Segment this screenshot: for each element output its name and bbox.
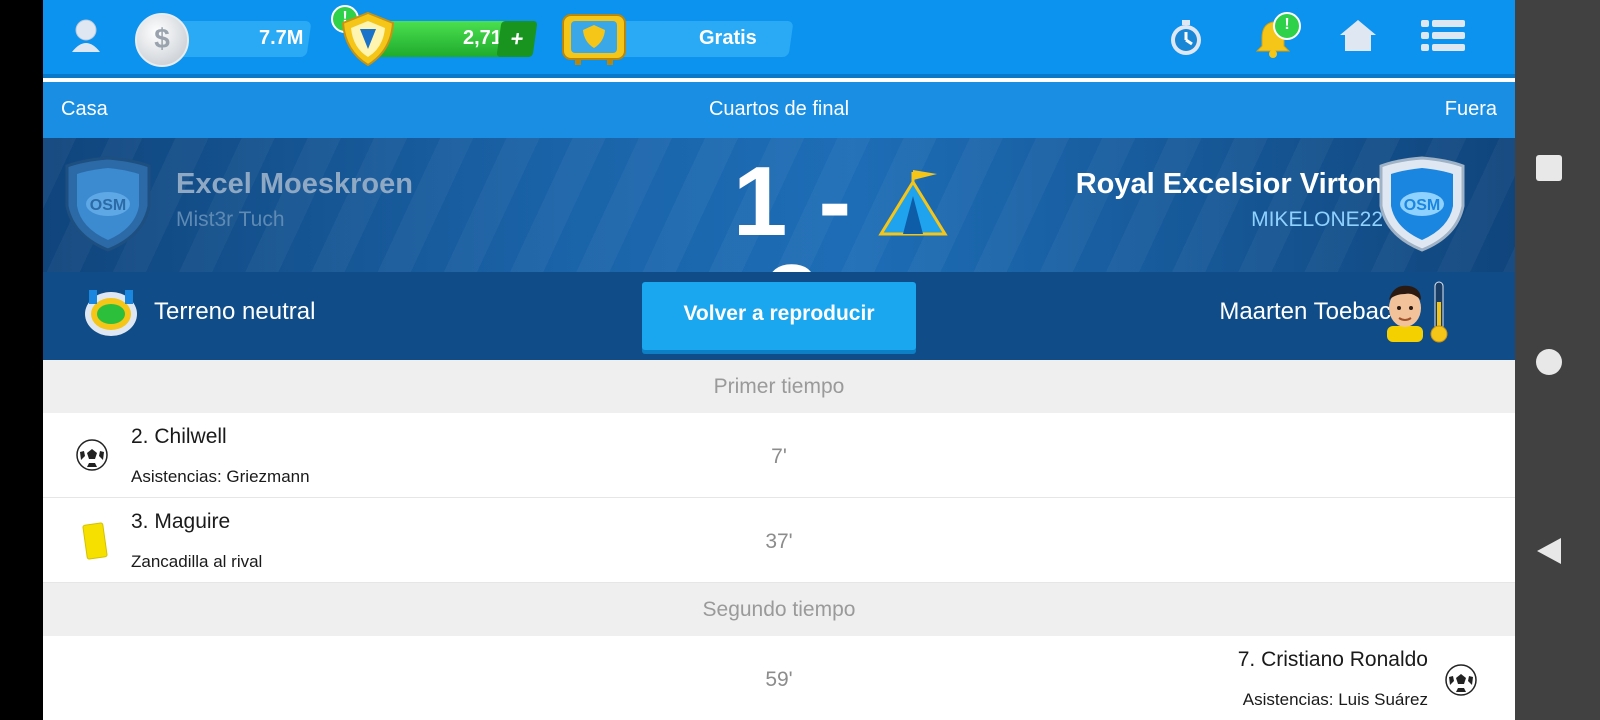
referee-name[interactable]: Maarten Toeback xyxy=(1219,298,1403,326)
away-team-badge[interactable]: OSM xyxy=(1377,156,1467,257)
free-tv-button[interactable]: Gratis xyxy=(559,14,799,65)
bell-icon[interactable]: ! xyxy=(1253,12,1301,63)
match-info-row: Terreno neutral Volver a reproducir Maar… xyxy=(43,272,1515,360)
event-row-card-maguire[interactable]: 3. Maguire Zancadilla al rival 37' xyxy=(43,498,1515,583)
game-screen: $ 7.7M ! 2,718 + Gratis ! Casa Cuartos d… xyxy=(43,0,1515,720)
coins-counter[interactable]: $ 7.7M ! xyxy=(135,5,359,67)
replay-label: Volver a reproducir xyxy=(683,302,875,325)
home-icon[interactable] xyxy=(1339,18,1377,57)
match-header: OSM Excel Moeskroen Mist3r Tuch 1 - 3 Ro… xyxy=(43,138,1515,272)
back-button[interactable] xyxy=(1535,536,1563,571)
match-subheader: Casa Cuartos de final Fuera xyxy=(43,82,1515,138)
coin-icon: $ xyxy=(135,13,189,67)
home-team-badge[interactable]: OSM xyxy=(63,156,153,257)
stopwatch-icon[interactable] xyxy=(1167,19,1205,62)
referee-avatar xyxy=(1383,280,1427,347)
add-gems-label: + xyxy=(508,26,526,51)
tv-icon xyxy=(559,11,631,72)
top-bar-edge xyxy=(43,74,1515,78)
android-nav-bar xyxy=(1515,0,1600,720)
tv-label: Gratis xyxy=(699,27,757,49)
event-minute: 37' xyxy=(765,530,793,553)
gems-counter[interactable]: 2,718 + xyxy=(339,11,539,67)
round-title: Cuartos de final xyxy=(708,98,850,120)
event-detail: Asistencias: Luis Suárez xyxy=(1242,690,1428,709)
away-team-name[interactable]: Royal Excelsior Virton xyxy=(1076,168,1383,201)
second-half-header: Segundo tiempo xyxy=(43,583,1515,636)
home-manager-name[interactable]: Mist3r Tuch xyxy=(176,208,285,232)
profile-icon[interactable] xyxy=(69,18,103,59)
event-row-goal-chilwell[interactable]: 2. Chilwell Asistencias: Griezmann 7' xyxy=(43,413,1515,498)
menu-icon[interactable] xyxy=(1421,18,1465,59)
away-label: Fuera xyxy=(1444,98,1497,120)
home-badge-text: OSM xyxy=(90,197,126,214)
home-team-name[interactable]: Excel Moeskroen xyxy=(176,168,413,201)
event-minute: 7' xyxy=(771,445,787,468)
event-row-goal-ronaldo[interactable]: 7. Cristiano Ronaldo Asistencias: Luis S… xyxy=(43,636,1515,720)
score: 1 - 3 xyxy=(732,146,854,272)
coins-value: 7.7M xyxy=(259,27,304,49)
replay-button[interactable]: Volver a reproducir xyxy=(642,282,916,350)
bell-alert-badge: ! xyxy=(1273,12,1301,40)
tent-icon xyxy=(875,164,955,245)
event-minute: 59' xyxy=(765,668,793,691)
home-nav-button[interactable] xyxy=(1535,348,1563,381)
event-detail: Asistencias: Griezmann xyxy=(131,467,310,486)
thermometer-icon xyxy=(1429,280,1449,349)
event-detail: Zancadilla al rival xyxy=(131,552,263,571)
add-gems-button[interactable]: + xyxy=(496,21,538,57)
away-manager-name[interactable]: MIKELONE22 xyxy=(1251,208,1383,232)
away-badge-text: OSM xyxy=(1404,197,1440,214)
first-half-header: Primer tiempo xyxy=(43,360,1515,413)
ball-icon xyxy=(1445,664,1477,701)
gem-shield-icon xyxy=(339,11,397,72)
top-bar: $ 7.7M ! 2,718 + Gratis ! xyxy=(43,0,1515,78)
stadium-icon xyxy=(83,284,139,345)
recents-button[interactable] xyxy=(1535,154,1563,187)
venue-label: Terreno neutral xyxy=(154,298,316,325)
